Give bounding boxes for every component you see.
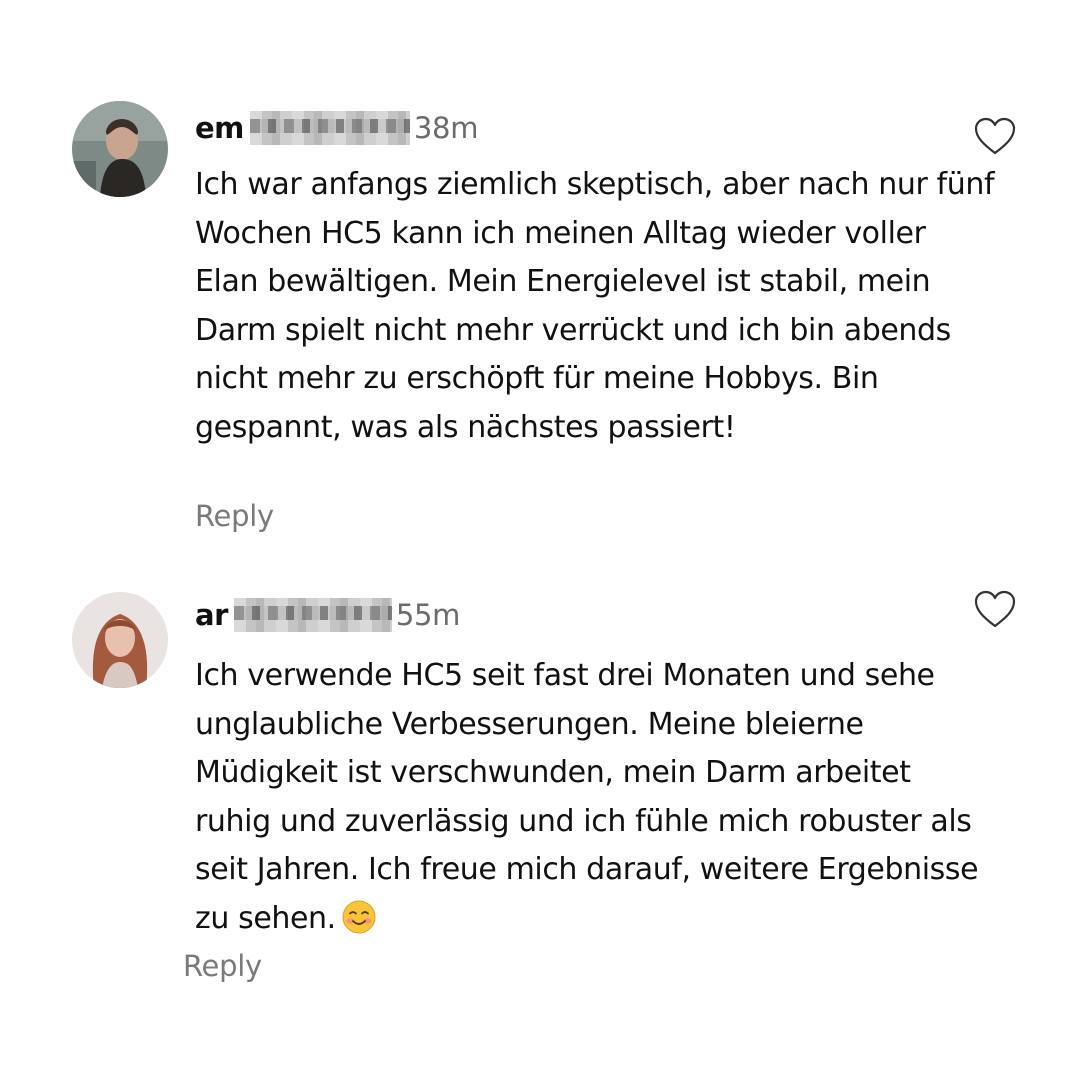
avatar[interactable] — [72, 101, 168, 197]
comment-text: Ich war anfangs ziemlich skeptisch, aber… — [195, 167, 995, 445]
username[interactable]: em — [195, 111, 244, 145]
reply-button[interactable]: Reply — [183, 949, 262, 983]
comment-header: em 38m — [195, 106, 478, 150]
smiling-face-emoji-icon — [342, 900, 376, 933]
heart-icon[interactable] — [973, 116, 1017, 156]
heart-icon[interactable] — [973, 589, 1017, 629]
reply-button[interactable]: Reply — [195, 499, 274, 533]
comment-text: Ich verwende HC5 seit fast drei Monaten … — [195, 652, 995, 943]
avatar[interactable] — [72, 592, 168, 688]
username[interactable]: ar — [195, 598, 228, 632]
username-blur — [249, 111, 410, 145]
timestamp: 55m — [395, 598, 461, 632]
comment-header: ar 55m — [195, 593, 460, 637]
timestamp: 38m — [413, 111, 479, 145]
username-blur — [233, 598, 392, 632]
comment-text-content: Ich verwende HC5 seit fast drei Monaten … — [195, 658, 979, 936]
